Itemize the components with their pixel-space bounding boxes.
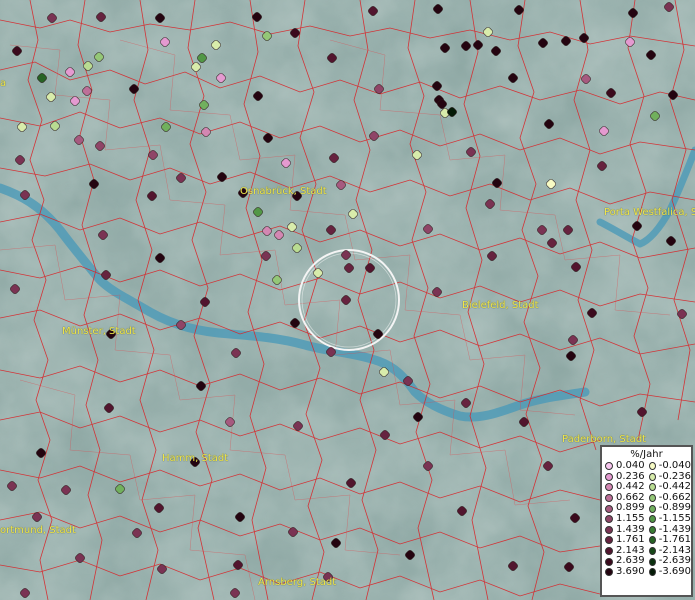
legend-value: 0.040 xyxy=(616,460,645,471)
legend-entry: 3.690 xyxy=(602,565,646,578)
legend-swatch xyxy=(649,483,656,492)
legend-entry: -0.040 xyxy=(646,460,691,472)
map-canvas[interactable] xyxy=(0,0,695,600)
city-name: Hamm, Stadt xyxy=(162,453,229,464)
legend-swatch xyxy=(605,462,613,471)
city-name: Arnsberg, Stadt xyxy=(258,577,337,588)
legend-swatch xyxy=(649,494,656,503)
legend-entry: 0.040 xyxy=(602,460,646,472)
legend-swatch xyxy=(649,557,656,566)
legend-value: -3.690 xyxy=(658,565,691,577)
city-label: ortmund, Stadt xyxy=(0,525,76,536)
city-label: Porta Westfalica, S xyxy=(604,207,695,218)
city-label: Osnabrück, Stadt xyxy=(240,186,327,197)
city-label: Hamm, Stadt xyxy=(162,453,228,464)
legend-swatch xyxy=(649,547,656,556)
legend-positive-column: 0.040 0.236 0.442 0.662 0.899 1.155 1.439 1.761… xyxy=(602,460,646,578)
legend-entry: -1.155 xyxy=(646,512,691,525)
legend-swatch xyxy=(649,536,656,545)
legend-swatch xyxy=(605,568,613,577)
legend-swatch xyxy=(605,557,613,566)
city-name: ortmund, Stadt xyxy=(0,525,76,536)
legend-swatch xyxy=(649,472,656,481)
legend-entry: -3.690 xyxy=(646,565,691,578)
city-label: Bielefeld, Stadt xyxy=(462,300,539,311)
legend-swatch xyxy=(605,504,613,513)
legend-swatch xyxy=(605,472,613,481)
legend-swatch xyxy=(649,515,656,524)
city-name: Osnabrück, Stadt xyxy=(240,186,327,197)
legend-swatch xyxy=(649,568,656,577)
legend-swatch xyxy=(605,515,613,524)
legend-value: 1.155 xyxy=(616,512,645,524)
legend: %/Jahr 0.040 0.236 0.442 0.662 0.899 1.155 1.4… xyxy=(600,445,693,597)
city-name: Münster, Stadt xyxy=(62,326,136,337)
legend-negative-column: -0.040 -0.236 -0.442 -0.662 -0.899 -1.155 -1.4… xyxy=(646,460,691,578)
legend-swatch xyxy=(649,525,656,534)
legend-swatch xyxy=(649,504,656,513)
legend-swatch xyxy=(649,462,656,471)
legend-entry: 1.155 xyxy=(602,512,646,525)
city-name: Porta Westfalica, S xyxy=(604,207,695,218)
legend-value: -1.155 xyxy=(658,512,691,524)
legend-swatch xyxy=(605,536,613,545)
city-name: Bielefeld, Stadt xyxy=(462,300,539,311)
legend-swatch xyxy=(605,494,613,503)
map-viewport[interactable]: Osnabrück, Stadt Porta Westfalica, S Biele… xyxy=(0,0,695,600)
city-name: a xyxy=(0,78,7,89)
legend-swatch xyxy=(605,525,613,534)
legend-value: -0.040 xyxy=(658,460,691,471)
legend-value: 3.690 xyxy=(616,565,645,577)
city-label: a xyxy=(0,78,6,89)
legend-swatch xyxy=(605,483,613,492)
legend-swatch xyxy=(605,547,613,556)
city-label: Paderborn, Stadt xyxy=(562,434,646,445)
city-label: Arnsberg, Stadt xyxy=(258,577,336,588)
city-name: Paderborn, Stadt xyxy=(562,434,647,445)
city-label: Münster, Stadt xyxy=(62,326,136,337)
